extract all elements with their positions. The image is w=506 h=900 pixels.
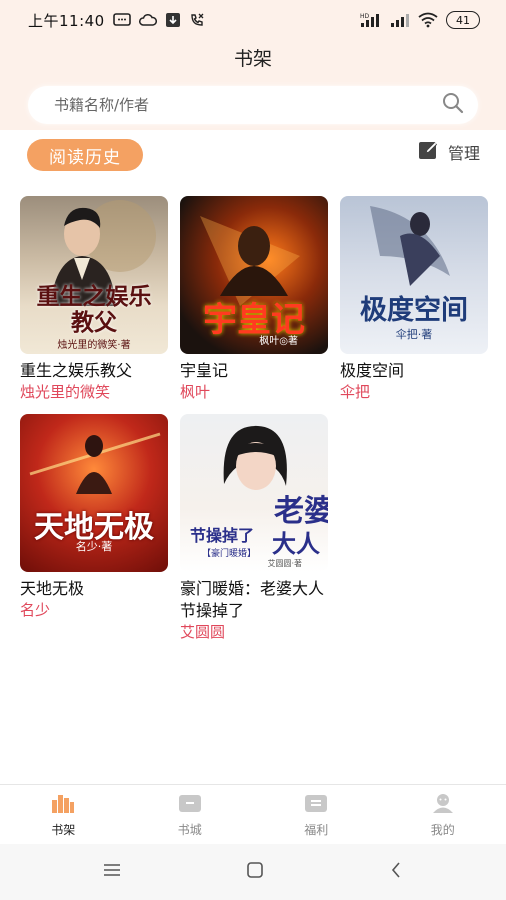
network-label: HD <box>360 13 370 20</box>
signal-icon-2 <box>390 12 410 28</box>
book-author: 伞把 <box>340 383 371 401</box>
message-icon <box>112 13 131 27</box>
book-cover[interactable]: 重生之娱乐教父 烛光里的微笑·著 <box>20 196 168 354</box>
book-author: 烛光里的微笑 <box>20 383 111 401</box>
reading-history-button[interactable]: 阅读历史 <box>27 139 143 171</box>
cloud-icon <box>138 13 157 27</box>
home-icon[interactable] <box>245 860 265 884</box>
book-cover[interactable]: 老婆 节操掉了 大人 【豪门暖婚】 艾圆圆·著 <box>180 414 328 572</box>
book-item[interactable]: 老婆 节操掉了 大人 【豪门暖婚】 艾圆圆·著 豪门暖婚：老婆大人节操掉了 艾圆… <box>180 414 328 642</box>
battery-icon: 41 <box>446 11 480 29</box>
nav-label: 书城 <box>177 822 202 837</box>
back-icon[interactable] <box>388 860 404 884</box>
nav-welfare[interactable]: 福利 <box>253 785 380 844</box>
missed-call-icon <box>189 12 205 28</box>
book-title[interactable]: 极度空间 <box>340 360 488 382</box>
book-title[interactable]: 重生之娱乐教父 <box>20 360 168 382</box>
page-title: 书架 <box>233 48 272 70</box>
welfare-icon <box>303 792 329 817</box>
nav-bookshelf[interactable]: 书架 <box>0 785 127 844</box>
book-title[interactable]: 天地无极 <box>20 578 168 600</box>
cover-author: 枫叶◎著 <box>259 336 298 347</box>
book-author: 名少 <box>20 601 51 619</box>
bookstore-icon <box>177 792 203 817</box>
system-nav-bar <box>0 844 506 900</box>
search-icon[interactable] <box>442 92 464 118</box>
bottom-nav: 书架 书城 福利 我的 <box>0 784 506 844</box>
menu-icon[interactable] <box>102 862 122 882</box>
book-cover[interactable]: 天地无极 名少·著 <box>20 414 168 572</box>
nav-profile[interactable]: 我的 <box>380 785 506 844</box>
nav-label: 福利 <box>304 822 329 837</box>
cover-author: 艾圆圆·著 <box>267 559 302 568</box>
manage-label: 管理 <box>447 144 480 163</box>
book-item[interactable]: 极度空间 伞把·著 极度空间 伞把 <box>340 196 488 402</box>
book-title[interactable]: 宇皇记 <box>180 360 328 382</box>
manage-button[interactable]: 管理 <box>418 139 480 165</box>
cover-author: 伞把·著 <box>395 328 433 341</box>
status-time: 上午11:40 <box>28 11 105 30</box>
search-input[interactable] <box>54 96 442 114</box>
nav-bookstore[interactable]: 书城 <box>127 785 254 844</box>
book-cover[interactable]: 宇皇记 枫叶◎著 <box>180 196 328 354</box>
book-author: 艾圆圆 <box>180 623 226 641</box>
book-author: 枫叶 <box>180 383 211 401</box>
book-cover[interactable]: 极度空间 伞把·著 <box>340 196 488 354</box>
cover-author: 烛光里的微笑·著 <box>57 340 131 351</box>
status-bar: 上午11:40 HD 41 <box>0 0 506 40</box>
bookshelf-icon <box>50 792 76 817</box>
book-title[interactable]: 豪门暖婚：老婆大人节操掉了 <box>180 578 328 622</box>
signal-icon: HD <box>360 12 382 28</box>
cover-title: 极度空间 <box>360 295 468 326</box>
book-item[interactable]: 宇皇记 枫叶◎著 宇皇记 枫叶 <box>180 196 328 402</box>
cover-author: 名少·著 <box>75 540 113 553</box>
download-icon <box>165 12 181 28</box>
profile-icon <box>430 792 456 817</box>
cover-title: 重生之娱乐教父 <box>36 283 152 336</box>
nav-label: 我的 <box>430 822 455 837</box>
search-bar[interactable] <box>28 86 478 124</box>
nav-label: 书架 <box>51 822 76 837</box>
edit-icon <box>418 139 440 165</box>
book-item[interactable]: 重生之娱乐教父 烛光里的微笑·著 重生之娱乐教父 烛光里的微笑 <box>20 196 168 402</box>
wifi-icon <box>418 12 438 28</box>
book-item[interactable]: 天地无极 名少·著 天地无极 名少 <box>20 414 168 620</box>
